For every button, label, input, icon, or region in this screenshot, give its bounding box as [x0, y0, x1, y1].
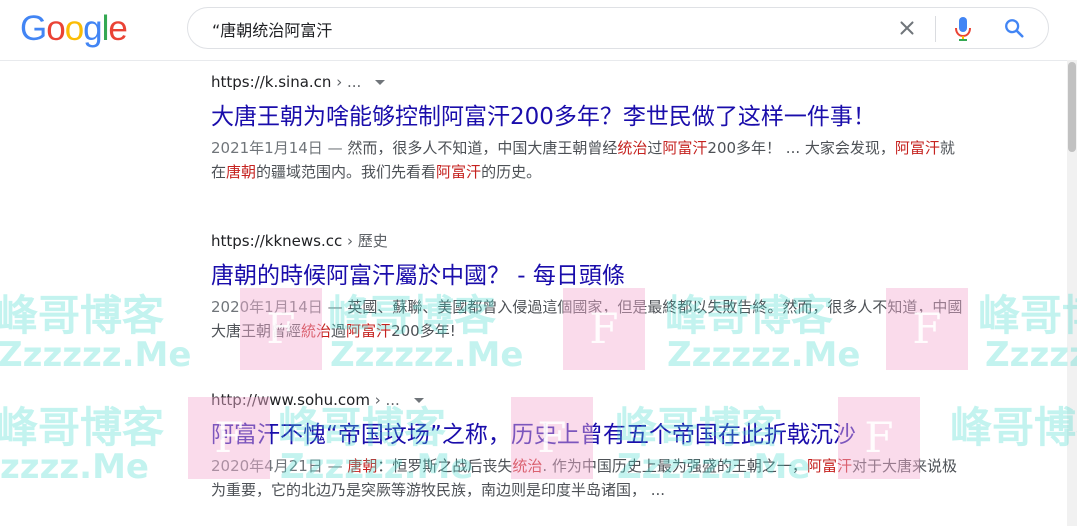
highlight-term: 唐朝	[226, 163, 257, 181]
highlight-term: 阿富汗	[894, 139, 940, 157]
scrollbar-thumb[interactable]	[1068, 62, 1076, 152]
highlight-term: 阿富汗	[436, 163, 482, 181]
watermark-text: Zzzzzz.Me	[985, 335, 1077, 375]
logo-letter: o	[64, 9, 84, 48]
search-icon[interactable]	[1003, 17, 1025, 39]
highlight-term: 唐朝	[347, 457, 378, 475]
watermark-text: zzzz.Me	[0, 447, 149, 487]
result-date: 2020年4月21日 —	[211, 457, 348, 475]
logo-letter: g	[83, 9, 102, 48]
highlight-term: 統治	[301, 322, 332, 340]
result-host: http://www.sohu.com	[211, 391, 370, 409]
snippet-text: . 作为中国历史上最为强盛的王朝之一，	[542, 457, 807, 475]
watermark-text: 峰哥博客	[0, 291, 165, 340]
snippet-text: 的历史。	[481, 163, 542, 181]
logo-letter: G	[20, 9, 47, 48]
search-result: https://k.sina.cn › ... 大唐王朝为啥能够控制阿富汗200…	[211, 71, 971, 184]
watermark-text: 峰哥博客	[0, 403, 165, 452]
snippet-text: 200多年!	[391, 322, 456, 340]
microphone-icon[interactable]	[954, 16, 972, 42]
result-url[interactable]: https://kknews.cc › 歷史	[211, 230, 971, 252]
snippet-text: 然而，很多人不知道，中国大唐王朝曾经	[347, 139, 618, 157]
chevron-down-icon[interactable]	[413, 398, 424, 403]
result-title[interactable]: 阿富汗不愧“帝国坟场”之称，历史上曾有五个帝国在此折戟沉沙	[211, 420, 971, 450]
snippet-text: ：恒罗斯之战后丧失	[377, 457, 513, 475]
header: Google “唐朝统治阿富汗	[0, 0, 1077, 61]
search-result: http://www.sohu.com › ... 阿富汗不愧“帝国坟场”之称，…	[211, 389, 971, 502]
search-box[interactable]: “唐朝统治阿富汗	[187, 7, 1049, 49]
logo-letter: l	[101, 9, 110, 48]
snippet-text: 過	[331, 322, 347, 340]
divider	[935, 16, 936, 42]
result-path: › ...	[331, 73, 362, 91]
highlight-term: 阿富汗	[346, 322, 392, 340]
snippet-text: 过	[647, 139, 663, 157]
result-date: 2021年1月14日 —	[211, 139, 348, 157]
logo-letter: o	[46, 9, 65, 48]
result-url[interactable]: http://www.sohu.com › ...	[211, 389, 971, 411]
search-input[interactable]: “唐朝统治阿富汗	[212, 17, 332, 41]
snippet-text: 的疆域范围内。我们先看看	[256, 163, 437, 181]
watermark-text: 峰哥博客	[978, 291, 1077, 340]
logo-letter: e	[108, 9, 127, 48]
close-icon[interactable]	[896, 17, 918, 39]
highlight-term: 统治	[512, 457, 543, 475]
result-snippet: 2020年1月14日 — 英國、蘇聯、美國都曾入侵過這個國家，但是最終都以失敗告…	[211, 295, 966, 343]
result-url[interactable]: https://k.sina.cn › ...	[211, 71, 971, 93]
watermark-text: Zzzzzz.Me	[0, 335, 192, 375]
result-snippet: 2020年4月21日 — 唐朝：恒罗斯之战后丧失统治. 作为中国历史上最为强盛的…	[211, 454, 966, 502]
result-host: https://k.sina.cn	[211, 73, 332, 91]
google-logo[interactable]: Google	[20, 9, 128, 49]
result-title[interactable]: 唐朝的時候阿富汗屬於中國？ - 每日頭條	[211, 261, 971, 291]
chevron-down-icon[interactable]	[375, 80, 386, 85]
result-path: › ...	[369, 391, 400, 409]
snippet-text: 200多年！ ... 大家会发现，	[707, 139, 895, 157]
result-path: › 歷史	[342, 232, 388, 250]
result-title[interactable]: 大唐王朝为啥能够控制阿富汗200多年？李世民做了这样一件事！	[211, 102, 971, 132]
highlight-term: 统治	[617, 139, 648, 157]
scrollbar[interactable]	[1067, 60, 1077, 526]
result-host: https://kknews.cc	[211, 232, 343, 250]
result-snippet: 2021年1月14日 — 然而，很多人不知道，中国大唐王朝曾经统治过阿富汗200…	[211, 136, 966, 184]
highlight-term: 阿富汗	[662, 139, 708, 157]
result-date: 2020年1月14日 —	[211, 298, 348, 316]
search-result: https://kknews.cc › 歷史 唐朝的時候阿富汗屬於中國？ - 每…	[211, 230, 971, 343]
highlight-term: 阿富汗	[806, 457, 852, 475]
